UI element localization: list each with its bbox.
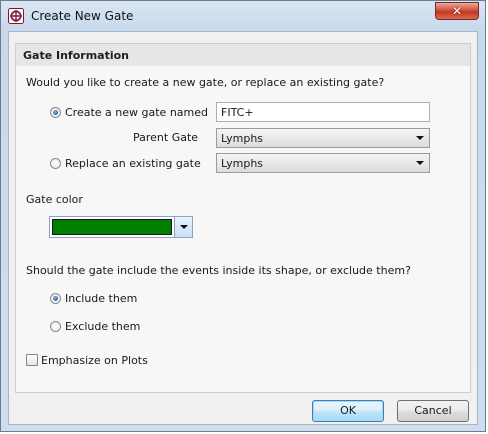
group-header: Gate Information: [16, 44, 470, 66]
close-icon: ✕: [451, 4, 463, 18]
chevron-down-icon: [416, 136, 424, 140]
events-question-label: Should the gate include the events insid…: [26, 264, 411, 277]
replace-gate-value: Lymphs: [221, 157, 264, 170]
replace-gate-select[interactable]: Lymphs: [216, 153, 430, 173]
window-title: Create New Gate: [31, 9, 134, 23]
replace-gate-label[interactable]: Replace an existing gate: [65, 157, 201, 170]
app-logo-icon: [8, 8, 24, 24]
dialog-body: Gate Information Would you like to creat…: [8, 31, 478, 425]
color-dropdown-button[interactable]: [174, 217, 192, 237]
create-new-gate-radio[interactable]: [50, 107, 61, 118]
gate-question-label: Would you like to create a new gate, or …: [26, 76, 385, 89]
chevron-down-icon: [416, 161, 424, 165]
emphasize-checkbox[interactable]: [26, 354, 38, 366]
gate-name-input[interactable]: FITC+: [216, 102, 430, 122]
parent-gate-value: Lymphs: [221, 132, 264, 145]
chevron-down-icon: [180, 225, 188, 229]
group-title: Gate Information: [23, 49, 129, 62]
parent-gate-label: Parent Gate: [133, 131, 199, 144]
create-new-gate-label[interactable]: Create a new gate named: [65, 106, 208, 119]
exclude-them-label[interactable]: Exclude them: [65, 320, 140, 333]
gate-color-swatch: [52, 219, 172, 235]
gate-color-label: Gate color: [26, 193, 83, 206]
gate-color-picker[interactable]: [49, 216, 193, 238]
parent-gate-select[interactable]: Lymphs: [216, 128, 430, 148]
ok-button[interactable]: OK: [312, 400, 384, 422]
replace-gate-radio[interactable]: [50, 158, 61, 169]
exclude-them-radio[interactable]: [50, 321, 61, 332]
gate-information-group: Gate Information Would you like to creat…: [15, 43, 471, 393]
include-them-radio[interactable]: [50, 293, 61, 304]
close-button[interactable]: ✕: [435, 2, 479, 20]
include-them-label[interactable]: Include them: [65, 292, 137, 305]
create-new-gate-dialog: Create New Gate ✕ Gate Information Would…: [0, 0, 486, 432]
emphasize-label[interactable]: Emphasize on Plots: [41, 354, 148, 367]
title-bar[interactable]: Create New Gate ✕: [1, 1, 485, 31]
cancel-button[interactable]: Cancel: [397, 400, 469, 422]
